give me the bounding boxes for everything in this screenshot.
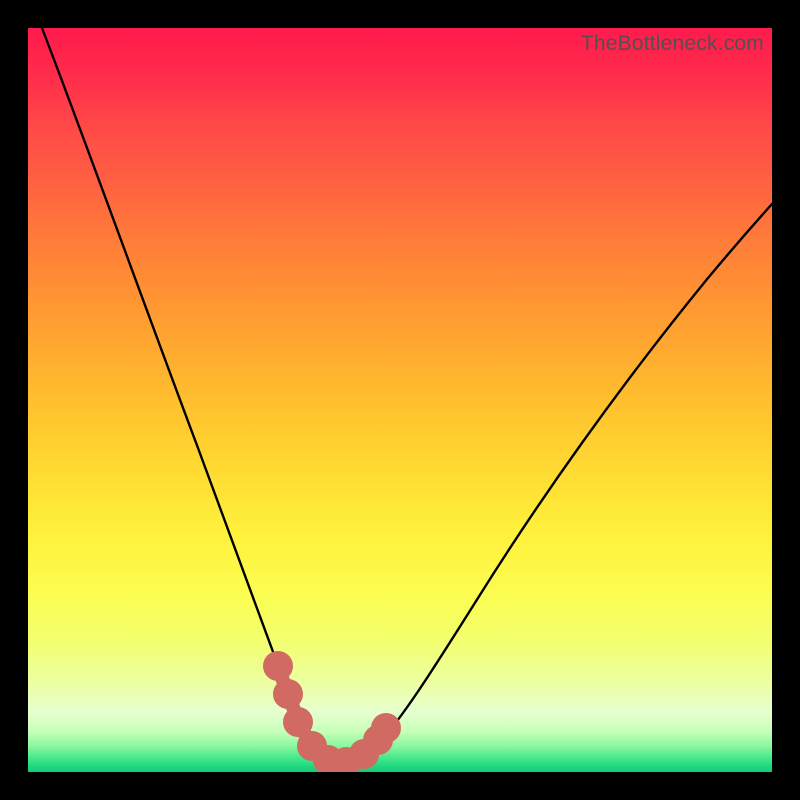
chart-frame: TheBottleneck.com — [0, 0, 800, 800]
bottleneck-curve — [42, 28, 772, 763]
chart-svg — [28, 28, 772, 772]
highlight-segment — [270, 658, 394, 770]
watermark-text: TheBottleneck.com — [581, 32, 764, 56]
plot-area: TheBottleneck.com — [28, 28, 772, 772]
